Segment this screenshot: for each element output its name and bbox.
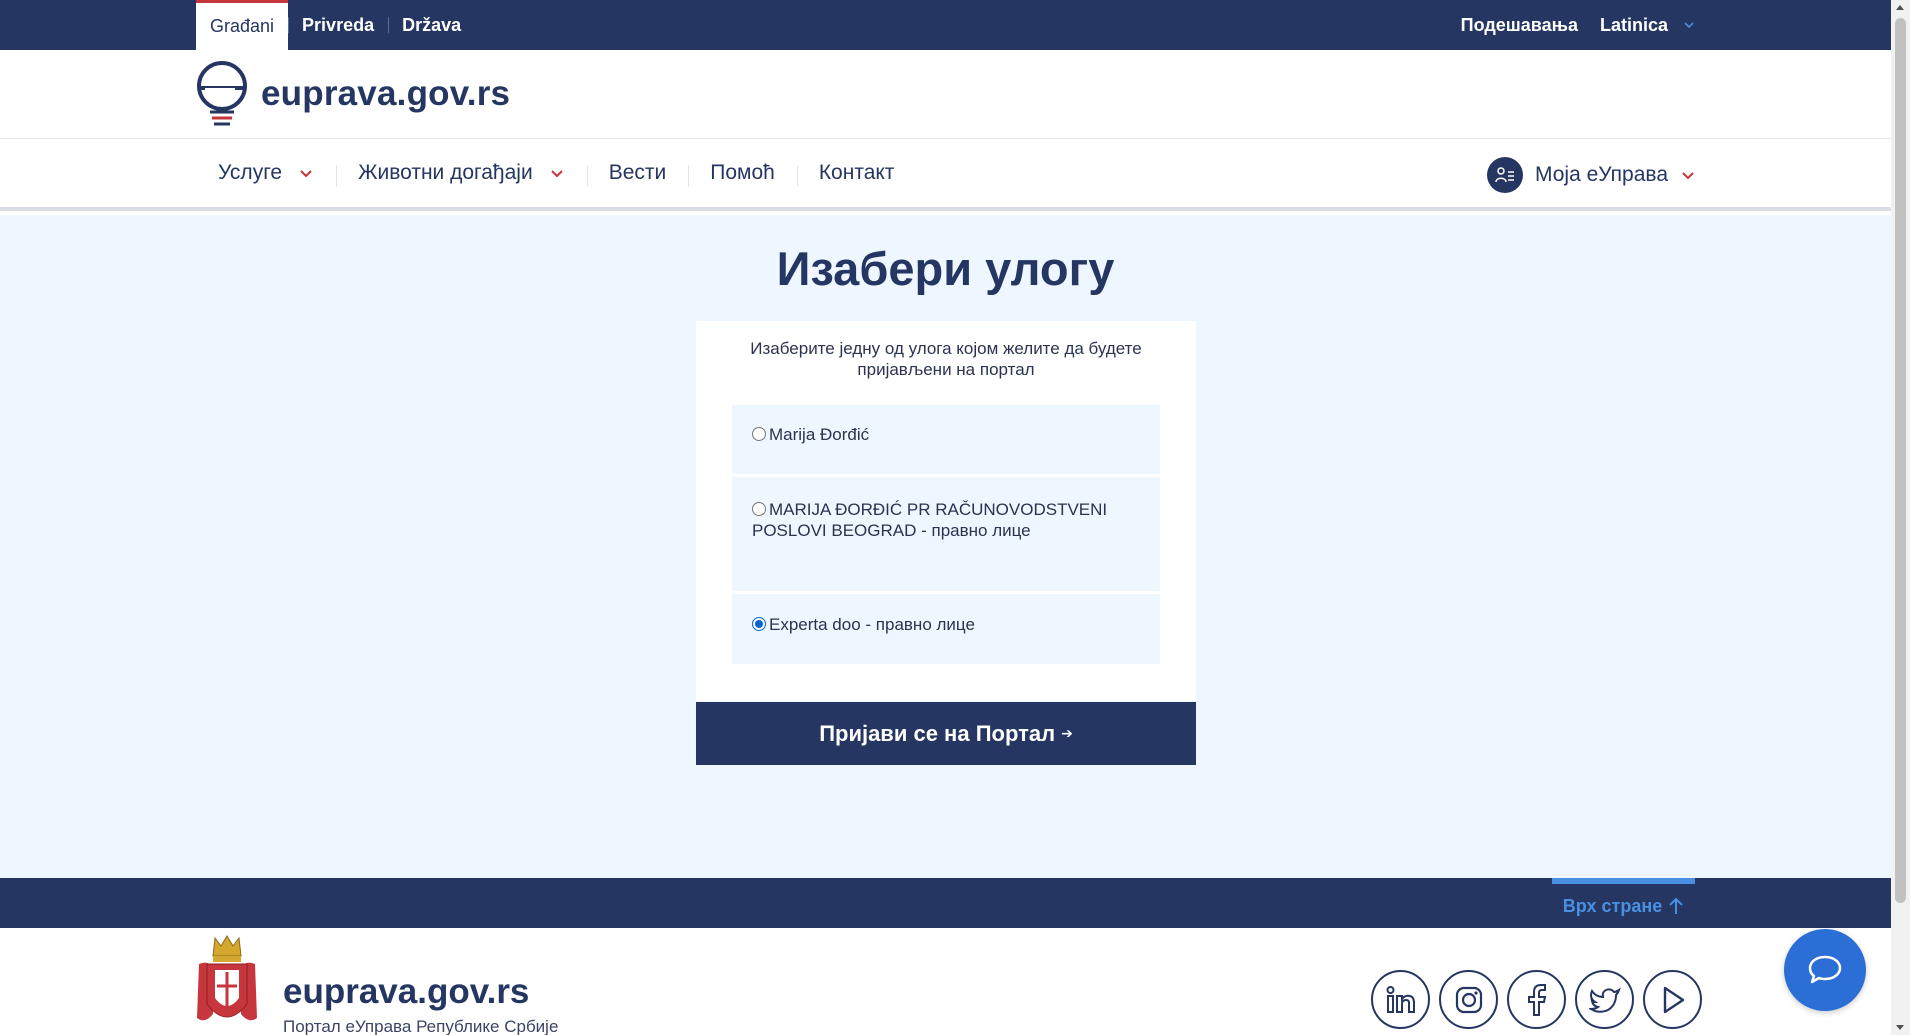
footer-bar: Врх стране xyxy=(0,878,1891,928)
audience-tabs: Građani Privreda Država xyxy=(196,0,475,50)
twitter-icon[interactable] xyxy=(1575,970,1634,1029)
role-intro: Изаберите једну од улога којом желите да… xyxy=(750,339,1142,379)
role-card: Изаберите једну од улога којом желите да… xyxy=(696,321,1196,701)
account-label: Моја еУправа xyxy=(1535,163,1668,186)
top-bar: Građani Privreda Država Подешавања Latin… xyxy=(0,0,1891,50)
radio-button-selected[interactable] xyxy=(752,617,766,631)
tab-gradjani[interactable]: Građani xyxy=(196,0,289,50)
site-logo[interactable]: euprava.gov.rs xyxy=(195,60,510,128)
login-portal-button[interactable]: Пријави се на Портал ➔ xyxy=(696,702,1196,765)
nav-item-zivotni-dogadjaji[interactable]: Животни догађаји xyxy=(336,161,587,186)
footer-subtitle: Портал еУправа Републике Србије xyxy=(283,1017,559,1035)
radio-button[interactable] xyxy=(752,427,766,441)
site-footer: euprava.gov.rs Портал еУправа Републике … xyxy=(0,928,1891,1035)
login-button-label: Пријави се на Портал xyxy=(819,720,1056,746)
tab-drzava[interactable]: Država xyxy=(388,0,475,50)
arrow-right-icon: ➔ xyxy=(1061,725,1073,741)
chat-button[interactable] xyxy=(1784,929,1866,1011)
main-content: Изабери улогу Изаберите једну од улога к… xyxy=(0,215,1891,878)
settings-link[interactable]: Подешавања xyxy=(1461,15,1578,36)
nav-item-label: Помоћ xyxy=(710,161,775,184)
role-label: MARIJA ĐORĐIĆ PR RAČUNOVODSTVENI POSLOVI… xyxy=(752,500,1108,540)
nav-item-label: Услуге xyxy=(218,161,283,184)
top-bar-right: Подешавања Latinica xyxy=(1461,0,1696,50)
arrow-up-icon xyxy=(1669,897,1683,914)
tab-label: Građani xyxy=(210,16,275,36)
nav-item-usluge[interactable]: Услуге xyxy=(196,161,336,185)
nav-items: Услуге Животни догађаји Вести Помоћ Конт… xyxy=(196,139,916,207)
nav-item-label: Животни догађаји xyxy=(358,161,533,184)
settings-label: Подешавања xyxy=(1460,14,1578,35)
page-title: Изабери улогу xyxy=(776,242,1115,295)
main-nav: Услуге Животни догађаји Вести Помоћ Конт… xyxy=(0,139,1891,211)
radio-button[interactable] xyxy=(752,502,766,516)
chevron-down-icon xyxy=(1682,172,1694,180)
tab-label: Država xyxy=(402,14,462,35)
language-label: Latinica xyxy=(1599,14,1668,35)
tab-label: Privreda xyxy=(302,14,375,35)
language-select[interactable]: Latinica xyxy=(1600,15,1696,36)
facebook-icon[interactable] xyxy=(1507,970,1566,1029)
tab-privreda[interactable]: Privreda xyxy=(288,0,388,50)
youtube-icon[interactable] xyxy=(1643,970,1702,1029)
euprava-logo-icon xyxy=(197,61,247,126)
page-scrollbar[interactable] xyxy=(1891,0,1910,1035)
role-label: Marija Đorđić xyxy=(769,425,870,444)
scrollbar-thumb[interactable] xyxy=(1895,18,1906,903)
chevron-down-icon xyxy=(300,170,312,178)
chevron-down-icon xyxy=(1684,22,1694,29)
nav-item-vesti[interactable]: Вести xyxy=(586,161,689,186)
role-option[interactable]: Experta doo - правно лице xyxy=(732,594,1160,664)
scroll-up-arrow-icon[interactable] xyxy=(1896,5,1904,10)
role-label: Experta doo - правно лице xyxy=(769,615,975,634)
user-icon xyxy=(1487,157,1523,193)
coat-of-arms-icon xyxy=(197,935,257,1021)
scroll-down-arrow-icon[interactable] xyxy=(1896,1025,1904,1030)
chat-bubble-icon xyxy=(1808,955,1842,984)
back-to-top-label: Врх стране xyxy=(1562,895,1663,916)
nav-item-label: Контакт xyxy=(818,161,895,184)
account-menu[interactable]: Моја еУправа xyxy=(1487,157,1696,193)
nav-item-label: Вести xyxy=(608,161,667,184)
linkedin-icon[interactable] xyxy=(1371,970,1430,1029)
chevron-down-icon xyxy=(550,170,563,178)
nav-item-kontakt[interactable]: Контакт xyxy=(796,161,917,186)
instagram-icon[interactable] xyxy=(1439,970,1498,1029)
footer-brand: euprava.gov.rs xyxy=(283,972,530,1011)
site-header: euprava.gov.rs xyxy=(0,50,1891,139)
role-option[interactable]: Marija Đorđić xyxy=(732,405,1160,474)
social-links xyxy=(1371,970,1702,1029)
nav-item-pomoc[interactable]: Помоћ xyxy=(688,161,797,186)
logo-text: euprava.gov.rs xyxy=(261,74,511,113)
role-option[interactable]: MARIJA ĐORĐIĆ PR RAČUNOVODSTVENI POSLOVI… xyxy=(732,477,1160,591)
back-to-top-link[interactable]: Врх стране xyxy=(1552,878,1695,928)
